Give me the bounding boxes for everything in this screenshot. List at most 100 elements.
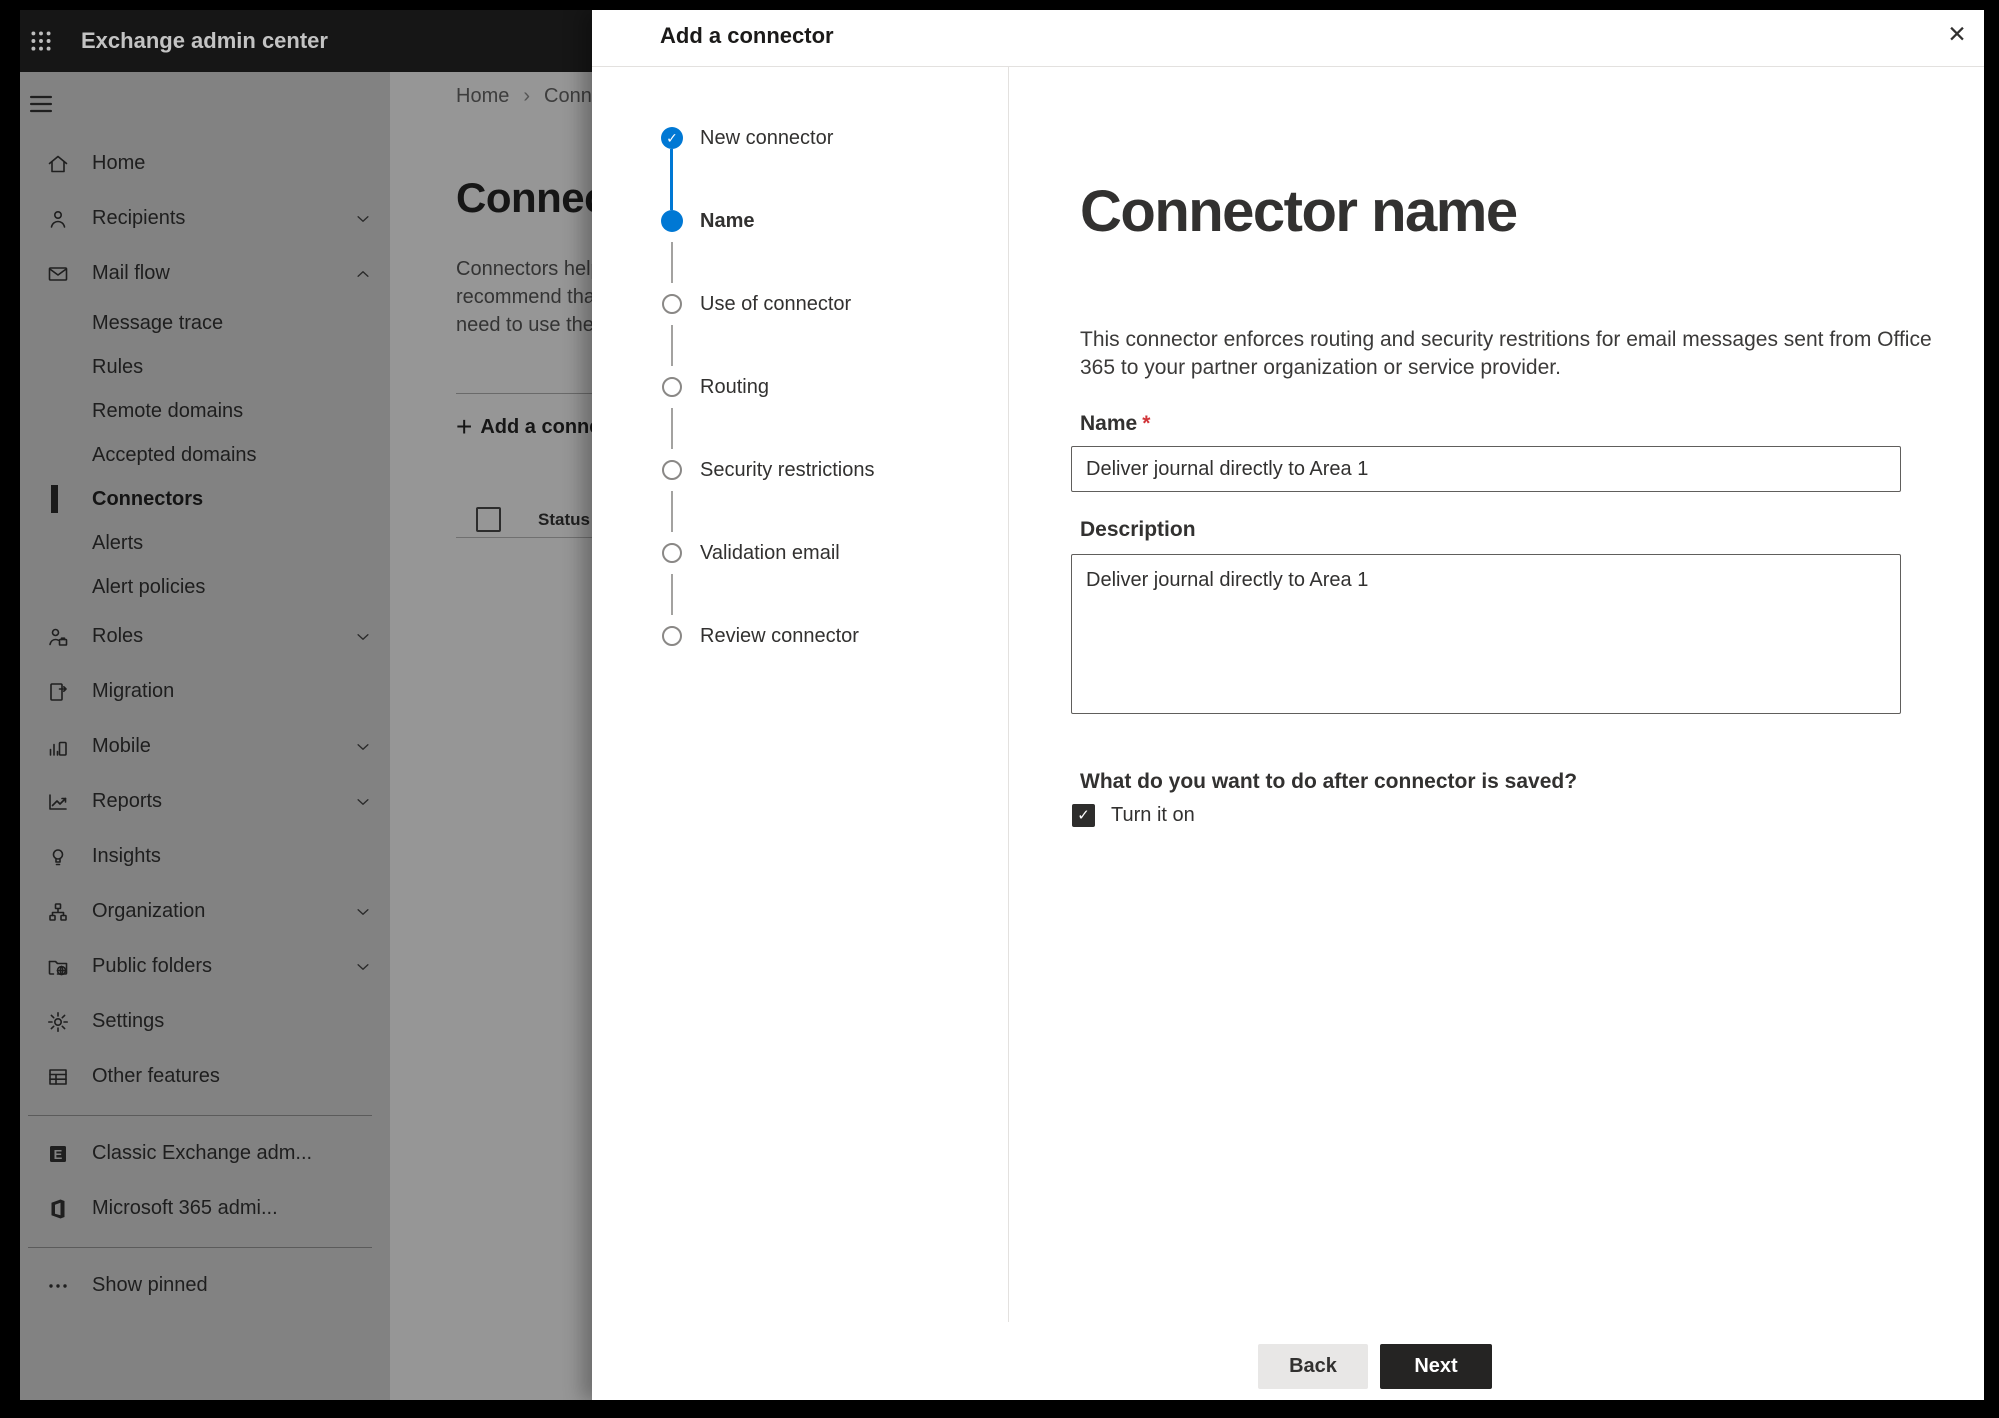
sidebar-item-roles[interactable]: Roles [20,609,390,664]
next-button[interactable]: Next [1380,1344,1492,1389]
public-folders-icon [46,955,70,979]
microsoft-365-icon [46,1197,70,1221]
step-circle-use-of-connector[interactable] [662,294,682,314]
sidebar-item-accepted-domains[interactable]: Accepted domains [20,433,390,477]
step-label-routing[interactable]: Routing [700,373,769,401]
step-circle-name[interactable] [661,210,683,232]
step-connector-line [671,408,673,449]
exchange-admin-page: Exchange admin center Home Recipients Mail… [20,10,1984,1400]
mail-flow-icon [46,262,70,286]
dialog-title: Add a connector [660,23,834,48]
step-label-name[interactable]: Name [700,207,754,235]
sidebar-item-show-pinned[interactable]: Show pinned [20,1258,390,1313]
sidebar-item-label: Rules [92,355,144,378]
select-all-checkbox[interactable] [476,507,501,532]
reports-icon [46,790,70,814]
step-label-security-restrictions[interactable]: Security restrictions [700,456,875,484]
chevron-down-icon [354,628,372,646]
sidebar-item-insights[interactable]: Insights [20,829,390,884]
migration-icon [46,680,70,704]
back-button[interactable]: Back [1258,1344,1368,1389]
sidebar-item-label: Roles [92,625,144,647]
description-field-label: Description [1080,518,1196,541]
sidebar-item-label: Insights [92,845,161,867]
toolbar-divider [456,393,592,394]
show-pinned-icon [46,1274,70,1298]
mobile-icon [46,735,70,759]
roles-icon [46,625,70,649]
step-label-validation-email[interactable]: Validation email [700,539,840,567]
sidebar-item-organization[interactable]: Organization [20,884,390,939]
turn-it-on-label: Turn it on [1111,804,1195,826]
sidebar-item-public-folders[interactable]: Public folders [20,939,390,994]
intro-line: recommend that [456,286,601,308]
add-connector-dialog: Add a connector ✕ ✓ New connector Name Use … [592,10,1984,1400]
table-header-divider [456,537,592,538]
chevron-down-icon [354,903,372,921]
step-circle-routing[interactable] [662,377,682,397]
sidebar-item-alert-policies[interactable]: Alert policies [20,565,390,609]
other-features-icon [46,1065,70,1089]
step-circle-new-connector-check-icon[interactable]: ✓ [661,127,683,149]
after-save-question: What do you want to do after connector i… [1080,770,1578,793]
chevron-down-icon [354,738,372,756]
sidebar-item-mobile[interactable]: Mobile [20,719,390,774]
sidebar-item-reports[interactable]: Reports [20,774,390,829]
step-circle-security-restrictions[interactable] [662,460,682,480]
step-connector-line [671,242,673,283]
sidebar-item-message-trace[interactable]: Message trace [20,301,390,345]
chevron-down-icon [354,958,372,976]
sidebar-item-mail-flow[interactable]: Mail flow [20,246,390,301]
sidebar-item-label: Connectors [92,487,204,510]
sidebar-item-label: Message trace [92,311,224,334]
step-connector-line [670,149,673,210]
settings-icon [46,1010,70,1034]
step-connector-line [671,325,673,366]
step-label-new-connector[interactable]: New connector [700,124,833,152]
sidebar-item-label: Classic Exchange adm... [92,1142,313,1164]
chevron-right-icon: › [523,85,531,107]
sidebar-item-migration[interactable]: Migration [20,664,390,719]
sidebar-item-recipients[interactable]: Recipients [20,191,390,246]
step-label-review-connector[interactable]: Review connector [700,622,859,650]
sidebar-nav: Home Recipients Mail flow Message trace Rule… [20,136,390,1313]
sidebar-item-remote-domains[interactable]: Remote domains [20,389,390,433]
name-field-label: Name * [1080,412,1151,435]
sidebar-item-label: Mail flow [92,262,170,284]
sidebar-item-label: Public folders [92,955,213,977]
sidebar-item-label: Alert policies [92,575,206,598]
home-icon [46,152,70,176]
organization-icon [46,900,70,924]
step-heading: Connector name [1080,179,1518,244]
step-label-use-of-connector[interactable]: Use of connector [700,290,851,318]
sidebar-item-label: Organization [92,900,206,922]
sidebar-item-other-features[interactable]: Other features [20,1049,390,1104]
sidebar-item-rules[interactable]: Rules [20,345,390,389]
sidebar-divider [20,1104,390,1126]
sidebar-item-label: Migration [92,680,175,702]
step-connector-line [671,574,673,615]
status-column-header[interactable]: Status [538,510,590,530]
sidebar-item-label: Microsoft 365 admi... [92,1197,278,1219]
step-circle-validation-email[interactable] [662,543,682,563]
sidebar-item-settings[interactable]: Settings [20,994,390,1049]
wizard-divider [1008,67,1009,1322]
app-launcher-icon[interactable] [28,28,54,54]
turn-it-on-checkbox[interactable]: ✓ [1072,804,1095,827]
breadcrumb-home-link[interactable]: Home [456,85,509,107]
sidebar-item-alerts[interactable]: Alerts [20,521,390,565]
hamburger-icon[interactable] [26,90,56,118]
step-circle-review-connector[interactable] [662,626,682,646]
close-icon[interactable]: ✕ [1940,17,1974,51]
sidebar-item-microsoft-365-admi[interactable]: Microsoft 365 admi... [20,1181,390,1236]
connector-name-input[interactable] [1071,446,1901,492]
sidebar-item-classic-exchange-adm[interactable]: E Classic Exchange adm... [20,1126,390,1181]
sidebar: Home Recipients Mail flow Message trace Rule… [20,72,390,1400]
sidebar-item-label: Other features [92,1065,220,1087]
connector-description-input[interactable] [1071,554,1901,714]
sidebar-item-home[interactable]: Home [20,136,390,191]
sidebar-item-connectors[interactable]: Connectors [20,477,390,521]
screenshot-root: Exchange admin center Home Recipients Mail… [0,0,1999,1418]
sidebar-item-label: Home [92,152,146,174]
dialog-header-divider [592,66,1984,67]
